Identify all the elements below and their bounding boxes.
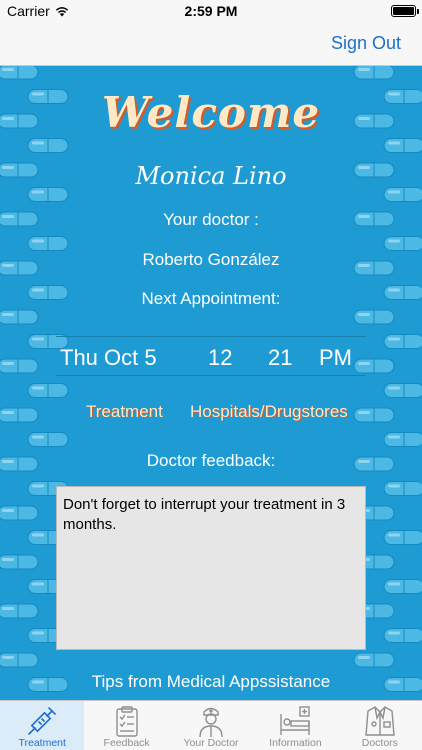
patient-name: Monica Lino [135, 162, 287, 190]
picker-hour[interactable]: 12 [208, 345, 232, 371]
lab-coat-icon [365, 706, 395, 736]
pill-decoration [383, 579, 422, 594]
pill-decoration [27, 236, 69, 251]
tab-your-doctor[interactable]: Your Doctor [169, 701, 253, 750]
pill-decoration [383, 138, 422, 153]
tab-treatment[interactable]: Treatment [0, 701, 85, 750]
pill-decoration [353, 309, 395, 325]
feedback-label: Doctor feedback: [146, 451, 276, 470]
status-time: 2:59 PM [184, 3, 238, 19]
pill-decoration [353, 407, 395, 423]
pill-decoration [383, 481, 422, 496]
pill-decoration [383, 236, 422, 251]
doctor-icon [199, 707, 223, 738]
picker-minute[interactable]: 21 [268, 345, 292, 371]
tab-label: Feedback [103, 737, 150, 749]
tab-label: Your Doctor [183, 737, 239, 749]
tab-label: Doctors [361, 737, 398, 749]
pill-decoration [353, 652, 395, 668]
tab-label: Information [269, 737, 322, 749]
appointment-date-picker[interactable]: Thu Oct 5 12 21 PM [56, 336, 366, 376]
tab-feedback[interactable]: Feedback [84, 701, 168, 750]
pill-decoration [0, 66, 39, 80]
pill-decoration [0, 652, 39, 668]
tab-label: Treatment [18, 737, 66, 749]
pill-decoration [0, 505, 39, 521]
pill-decoration [27, 383, 69, 398]
hospital-bed-icon [280, 706, 311, 735]
pill-decoration [0, 603, 39, 619]
tab-bar: Treatment Feedback Your Doctor Informati… [0, 700, 422, 750]
doctor-name: Roberto González [142, 250, 280, 269]
doctor-label: Your doctor : [163, 210, 259, 229]
tab-information[interactable]: Information [253, 701, 337, 750]
picker-date[interactable]: Thu Oct 5 [60, 345, 157, 371]
main-content: Welcome Monica Lino Your doctor : Robert… [0, 66, 422, 700]
pill-decoration [0, 407, 39, 423]
pill-decoration [383, 334, 422, 349]
pill-decoration [27, 432, 69, 447]
sign-out-button[interactable]: Sign Out [331, 33, 401, 54]
clipboard-icon [115, 706, 138, 737]
pill-decoration [353, 66, 395, 80]
doctor-feedback-text[interactable]: Don't forget to interrupt your treatment… [56, 486, 366, 650]
pill-decoration [383, 628, 422, 643]
pill-decoration [0, 358, 39, 374]
tab-doctors[interactable]: Doctors [338, 701, 422, 750]
status-right [391, 5, 419, 17]
pill-decoration [0, 309, 39, 325]
welcome-title: Welcome [101, 88, 321, 137]
pill-decoration [383, 530, 422, 545]
hospitals-drugstores-button[interactable]: Hospitals/Drugstores [190, 402, 348, 422]
battery-icon [391, 5, 419, 17]
treatment-button[interactable]: Treatment [86, 402, 163, 422]
picker-ampm[interactable]: PM [319, 345, 352, 371]
pill-decoration [383, 383, 422, 398]
appointment-label: Next Appointment: [141, 289, 281, 308]
syringe-icon [28, 707, 57, 735]
pill-decoration [383, 432, 422, 447]
tips-label[interactable]: Tips from Medical Appssistance [0, 672, 422, 692]
pill-decoration [27, 138, 69, 153]
navigation-bar: Sign Out [0, 22, 422, 66]
pill-decoration [0, 554, 39, 570]
status-bar: Carrier 2:59 PM [0, 0, 422, 22]
